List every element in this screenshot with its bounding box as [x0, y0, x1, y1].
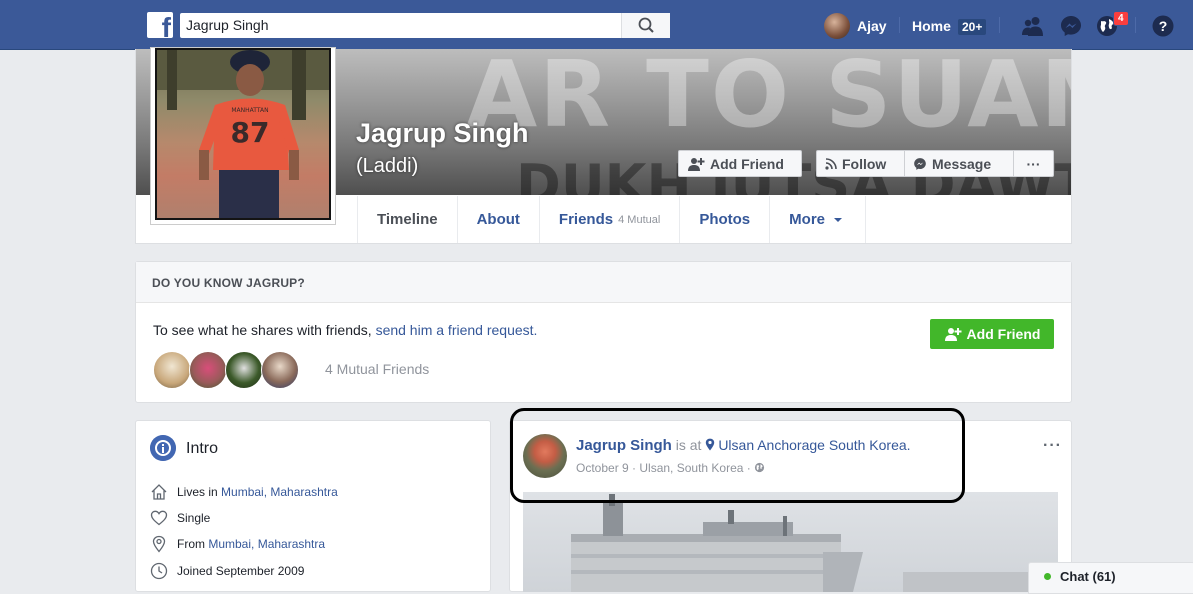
- follow-label: Follow: [842, 155, 887, 172]
- relationship-row: Single: [150, 509, 210, 527]
- shirt-number: 87: [231, 116, 270, 149]
- tab-label: Photos: [699, 211, 751, 228]
- do-you-know-heading: DO YOU KNOW JAGRUP?: [152, 276, 305, 290]
- messenger-small-icon: [914, 157, 926, 170]
- lives-in-link[interactable]: Mumbai, Maharashtra: [221, 485, 338, 499]
- search-icon: [638, 17, 654, 33]
- mutual-count: 4 Mutual: [618, 213, 661, 226]
- more-options-label: ···: [1026, 155, 1041, 172]
- prompt-text: To see what he shares with friends,: [153, 322, 376, 338]
- tab-friends[interactable]: Friends 4 Mutual: [540, 196, 681, 243]
- user-name: Ajay: [857, 18, 887, 34]
- tab-label: Timeline: [377, 211, 438, 228]
- tab-label: More: [789, 211, 825, 228]
- tab-label: About: [476, 211, 520, 228]
- chat-label: Chat (61): [1060, 569, 1116, 584]
- search-box: [180, 13, 670, 38]
- tab-timeline[interactable]: Timeline: [358, 196, 458, 243]
- post-options-button[interactable]: ···: [1043, 437, 1062, 455]
- divider: [899, 17, 900, 33]
- top-navigation-bar: f Ajay Home 20+ 4 ?: [0, 0, 1193, 50]
- caret-down-icon: [834, 217, 842, 222]
- search-button[interactable]: [621, 13, 670, 38]
- messenger-icon[interactable]: [1059, 14, 1083, 38]
- tab-label: Friends: [558, 211, 614, 228]
- location-pin-icon: [152, 535, 166, 553]
- more-options-button[interactable]: ···: [1013, 150, 1054, 177]
- shirt-text: MANHATTAN: [231, 107, 268, 114]
- chat-sidebar-tab[interactable]: Chat (61): [1028, 562, 1193, 594]
- do-you-know-header: DO YOU KNOW JAGRUP?: [136, 262, 1071, 303]
- heart-icon: [150, 510, 168, 526]
- tab-photos[interactable]: Photos: [680, 196, 771, 243]
- svg-text:?: ?: [1159, 18, 1168, 34]
- home-icon: [151, 484, 167, 500]
- profile-nickname: (Laddi): [356, 155, 419, 177]
- add-friend-button[interactable]: Add Friend: [678, 150, 802, 177]
- add-friend-green-label: Add Friend: [966, 326, 1041, 342]
- mutual-friend-avatar[interactable]: [153, 351, 191, 389]
- intro-title: Intro: [186, 440, 219, 457]
- tab-about[interactable]: About: [458, 196, 540, 243]
- mutual-friend-avatar[interactable]: [261, 351, 299, 389]
- online-status-dot: [1044, 573, 1051, 580]
- from-row: From Mumbai, Maharashtra: [150, 535, 325, 553]
- add-friend-green-button[interactable]: Add Friend: [930, 319, 1054, 349]
- message-button[interactable]: Message: [904, 150, 1014, 177]
- post-photo[interactable]: [523, 492, 1058, 592]
- search-input[interactable]: [186, 15, 616, 35]
- add-friend-label: Add Friend: [710, 155, 784, 172]
- from-prefix: From: [177, 537, 205, 551]
- divider: [999, 17, 1000, 33]
- friends-icon[interactable]: [1021, 14, 1045, 38]
- profile-name: Jagrup Singh: [356, 118, 529, 148]
- profile-picture[interactable]: MANHATTAN 87: [150, 47, 336, 225]
- friend-request-prompt: To see what he shares with friends, send…: [153, 322, 537, 338]
- lives-in-prefix: Lives in: [177, 485, 218, 499]
- divider: [1135, 17, 1136, 33]
- relationship-status: Single: [177, 511, 211, 525]
- cover-text-top: AR TO SUAMI: [466, 49, 1071, 148]
- intro-globe-icon: [150, 435, 176, 461]
- add-friend-icon: [688, 157, 705, 171]
- notification-count-badge: 4: [1113, 11, 1129, 26]
- send-friend-request-link[interactable]: send him a friend request.: [376, 322, 538, 338]
- joined-row: Joined September 2009: [150, 562, 304, 580]
- joined-date: Joined September 2009: [177, 564, 305, 578]
- facebook-logo-icon[interactable]: f: [147, 12, 173, 38]
- from-link[interactable]: Mumbai, Maharashtra: [208, 537, 325, 551]
- follow-button[interactable]: Follow: [816, 150, 905, 177]
- profile-photo: MANHATTAN 87: [155, 48, 331, 220]
- tab-more[interactable]: More: [770, 196, 866, 243]
- do-you-know-card: DO YOU KNOW JAGRUP? To see what he share…: [135, 261, 1072, 403]
- lives-in-row: Lives in Mumbai, Maharashtra: [150, 483, 338, 501]
- clock-icon: [150, 562, 168, 580]
- profile-tabs: Timeline About Friends 4 Mutual Photos Mo…: [357, 196, 866, 243]
- ship-illustration: [571, 494, 1053, 592]
- add-friend-icon: [944, 328, 962, 341]
- annotation-highlight-box: [510, 408, 965, 503]
- mutual-friends-label[interactable]: 4 Mutual Friends: [325, 361, 429, 377]
- user-avatar: [824, 13, 850, 39]
- message-label: Message: [932, 155, 992, 172]
- home-link[interactable]: Home: [912, 18, 951, 34]
- home-count-badge: 20+: [958, 19, 987, 35]
- follow-rss-icon: [825, 157, 837, 170]
- intro-card: Intro Lives in Mumbai, Maharashtra Singl…: [135, 420, 491, 592]
- help-icon[interactable]: ?: [1151, 14, 1175, 38]
- profile-photo-figure: MANHATTAN 87: [157, 50, 329, 218]
- mutual-friend-avatar[interactable]: [225, 351, 263, 389]
- mutual-friend-avatar[interactable]: [189, 351, 227, 389]
